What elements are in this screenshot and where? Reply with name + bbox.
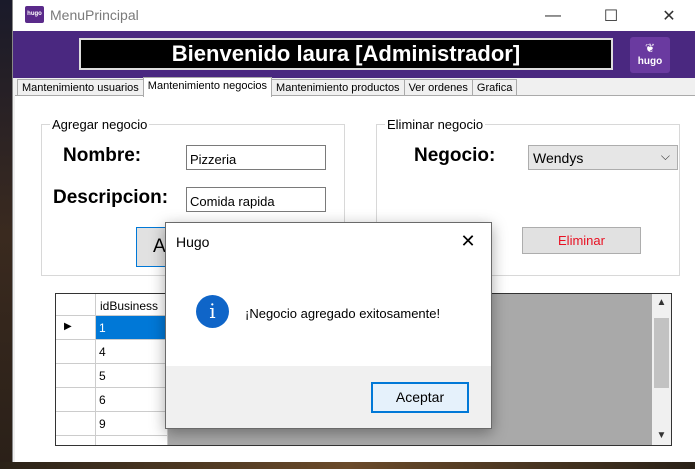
row-header[interactable] [56,340,96,364]
scroll-up-icon[interactable]: ▲ [652,294,671,312]
row-header[interactable] [56,364,96,388]
delete-button[interactable]: Eliminar [522,227,641,254]
name-input[interactable]: Pizzeria [186,145,326,170]
table-cell[interactable]: 6 [96,388,168,412]
tab-mantenimiento-usuarios[interactable]: Mantenimiento usuarios [17,79,144,96]
message-dialog: Hugo ✕ i ¡Negocio agregado exitosamente!… [165,222,492,429]
dialog-title: Hugo [176,234,210,250]
close-button[interactable]: ✕ [649,0,689,31]
row-header-corner [56,294,96,316]
hugo-logo: ❦ hugo [630,37,670,73]
business-label: Negocio: [414,145,496,166]
minimize-button[interactable]: — [533,0,573,31]
table-cell[interactable]: 5 [96,364,168,388]
logo-text: hugo [637,56,663,67]
dialog-footer: Aceptar [166,366,491,428]
dialog-close-icon[interactable]: ✕ [453,229,483,253]
scroll-thumb[interactable] [654,318,669,388]
table-cell[interactable] [96,436,168,445]
column-header-idbusiness[interactable]: idBusiness [96,294,168,316]
name-label: Nombre: [63,145,142,166]
description-label: Descripcion: [53,187,169,208]
chevron-down-icon: ⌵ [660,149,670,163]
accept-button[interactable]: Aceptar [371,382,469,413]
tab-ver-ordenes[interactable]: Ver ordenes [403,79,473,96]
dialog-message: ¡Negocio agregado exitosamente! [245,306,441,321]
add-group-title: Agregar negocio [50,117,150,132]
vertical-scrollbar[interactable]: ▲ ▼ [652,294,671,445]
desktop-background [0,0,12,469]
app-icon: hugo [25,6,44,23]
desktop-background-strip [0,462,695,469]
window-title: MenuPrincipal [50,7,139,23]
welcome-banner: Bienvenido laura [Administrador] [79,38,613,70]
info-icon: i [196,295,229,328]
tab-strip: Mantenimiento usuarios Mantenimiento neg… [17,77,518,97]
table-cell[interactable]: 4 [96,340,168,364]
delete-group-title: Eliminar negocio [385,117,486,132]
table-cell[interactable]: 9 [96,412,168,436]
scroll-down-icon[interactable]: ▼ [652,427,671,445]
row-header[interactable] [56,412,96,436]
row-header[interactable] [56,436,96,445]
tab-grafica[interactable]: Grafica [471,79,518,96]
business-select[interactable]: Wendys ⌵ [528,145,678,170]
tab-mantenimiento-negocios[interactable]: Mantenimiento negocios [142,77,273,97]
header-bar: Bienvenido laura [Administrador] ❦ hugo [13,31,695,78]
current-row-marker[interactable]: ▶ [56,316,96,340]
table-cell[interactable]: 1 [96,316,168,340]
title-bar: hugo MenuPrincipal — ☐ ✕ [13,0,695,31]
leaf-emblem-icon: ❦ [644,41,656,55]
business-select-value: Wendys [533,150,584,166]
description-input[interactable]: Comida rapida [186,187,326,212]
maximize-button[interactable]: ☐ [591,0,631,31]
tab-mantenimiento-productos[interactable]: Mantenimiento productos [271,79,405,96]
row-header[interactable] [56,388,96,412]
